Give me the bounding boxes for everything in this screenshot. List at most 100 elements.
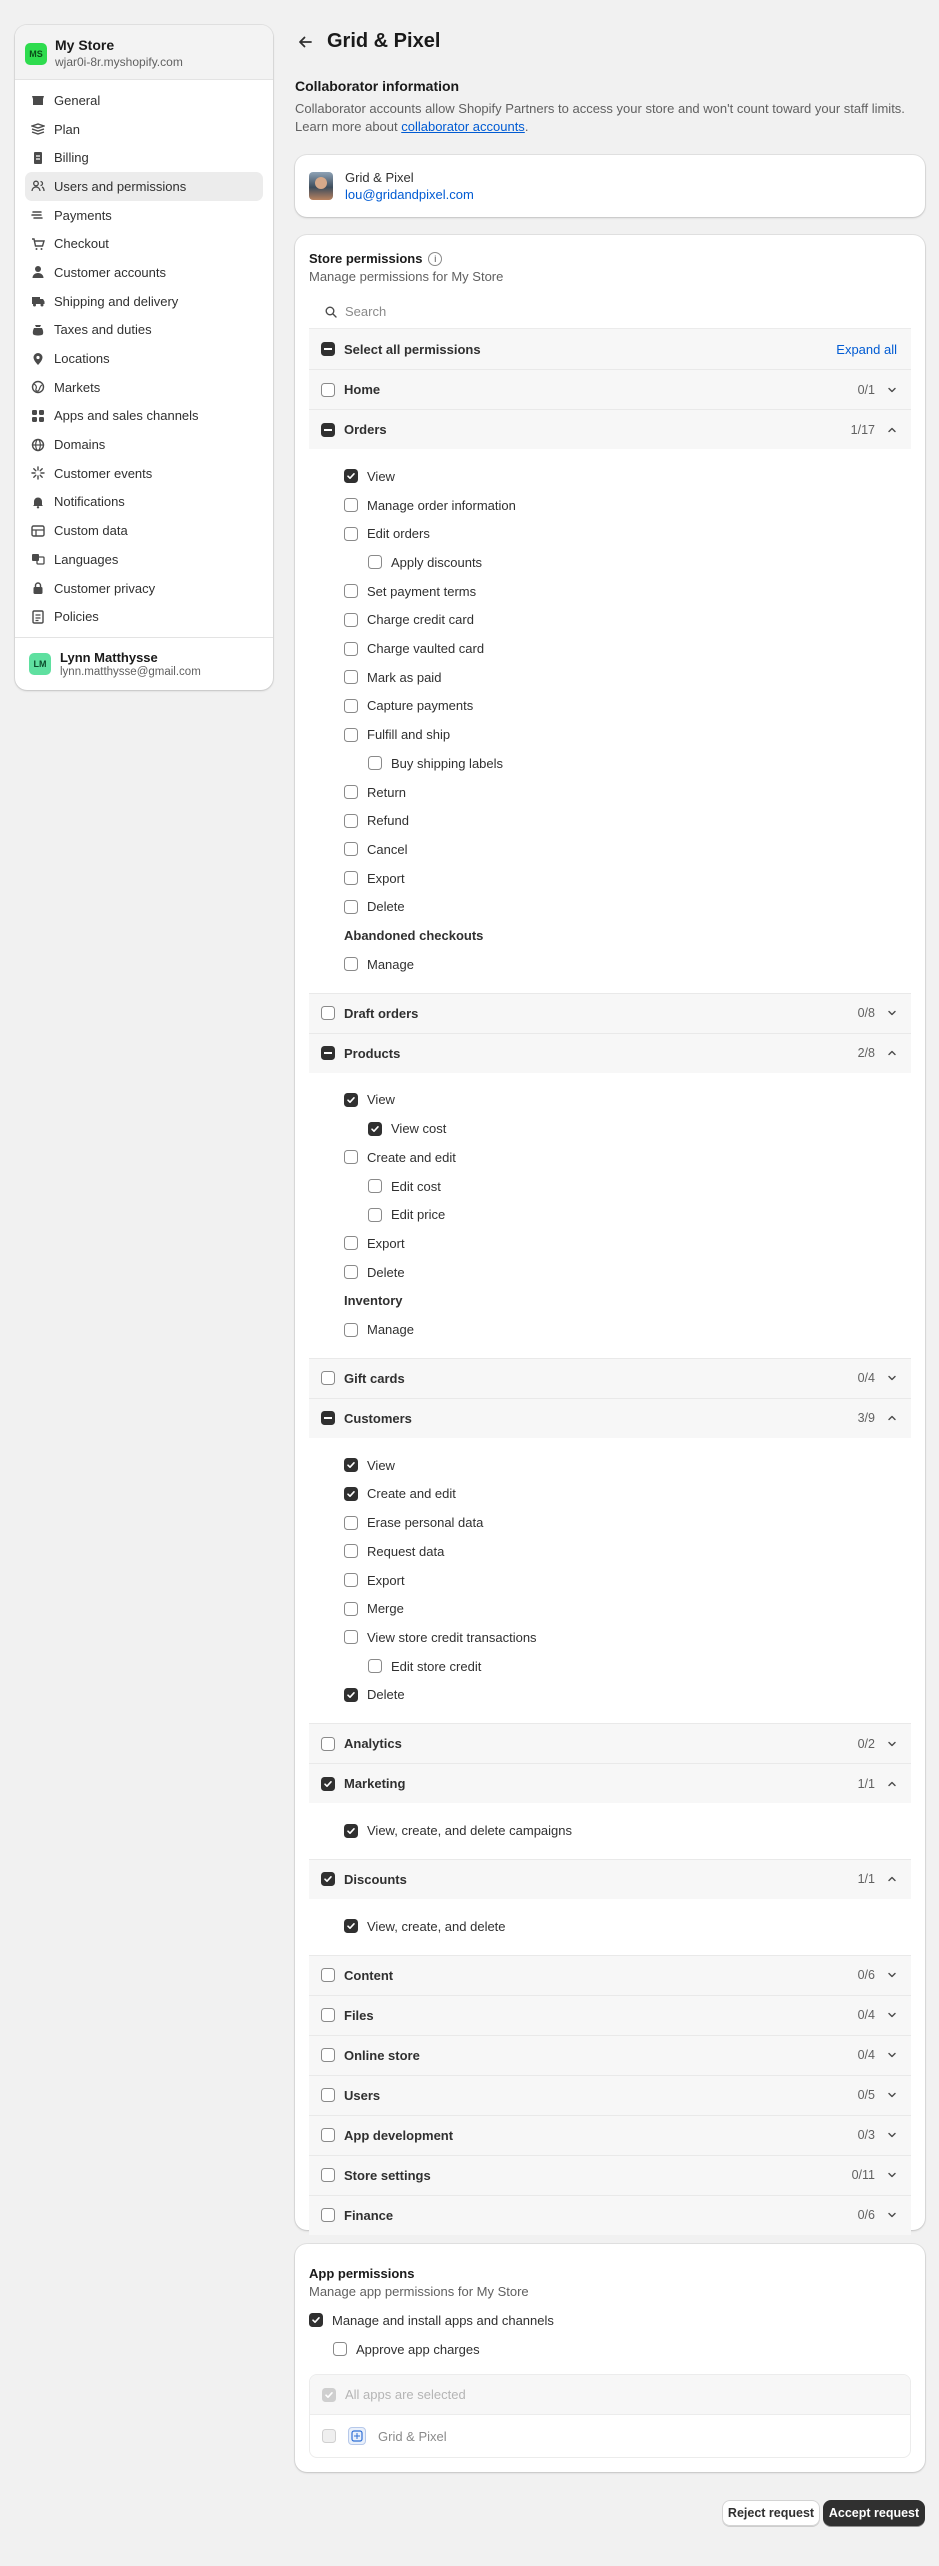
permission-checkbox[interactable]	[344, 1544, 358, 1559]
sidebar-item-plan[interactable]: Plan	[25, 115, 263, 144]
analytics-checkbox[interactable]	[321, 1736, 335, 1751]
permission-item[interactable]: Charge vaulted card	[344, 634, 484, 663]
permission-group-analytics[interactable]: Analytics 0/2	[309, 1723, 911, 1764]
chevron-down-icon[interactable]	[887, 1008, 897, 1018]
permission-checkbox[interactable]	[344, 1236, 358, 1251]
permission-group-orders[interactable]: Orders 1/17	[309, 409, 911, 449]
permission-item[interactable]: View	[344, 462, 395, 491]
permission-group-content[interactable]: Content 0/6	[309, 1954, 911, 1995]
draft-orders-checkbox[interactable]	[321, 1006, 335, 1021]
chevron-down-icon[interactable]	[887, 1739, 897, 1749]
permission-item[interactable]: Export	[344, 864, 405, 893]
sidebar-item-custom-data[interactable]: Custom data	[25, 516, 263, 545]
chevron-down-icon[interactable]	[887, 385, 897, 395]
permission-group-app-development[interactable]: App development 0/3	[309, 2114, 911, 2155]
permission-item[interactable]: View, create, and delete	[344, 1912, 506, 1941]
permission-checkbox[interactable]	[344, 670, 358, 685]
permission-checkbox[interactable]	[344, 1265, 358, 1280]
users-checkbox[interactable]	[321, 2088, 335, 2103]
chevron-down-icon[interactable]	[887, 1373, 897, 1383]
permission-checkbox[interactable]	[344, 727, 358, 742]
permission-checkbox[interactable]	[368, 1121, 382, 1136]
reject-request-button[interactable]: Reject request	[722, 2500, 820, 2526]
permission-item[interactable]: Edit cost	[368, 1172, 441, 1201]
permission-item[interactable]: Capture payments	[344, 692, 473, 721]
content-checkbox[interactable]	[321, 1968, 335, 1983]
sidebar-item-general[interactable]: General	[25, 86, 263, 115]
permission-item[interactable]: Buy shipping labels	[368, 749, 503, 778]
permission-search-input[interactable]: Search	[309, 295, 911, 329]
permission-item[interactable]: Delete	[344, 1681, 405, 1710]
permission-item[interactable]: Manage	[344, 1315, 414, 1344]
permission-checkbox[interactable]	[344, 785, 358, 800]
sidebar-item-checkout[interactable]: Checkout	[25, 229, 263, 258]
permission-checkbox[interactable]	[344, 899, 358, 914]
permission-item[interactable]: Edit store credit	[368, 1652, 481, 1681]
permission-checkbox[interactable]	[344, 1573, 358, 1588]
store-header[interactable]: MS My Store wjar0i-8r.myshopify.com	[15, 25, 273, 80]
chevron-down-icon[interactable]	[887, 2090, 897, 2100]
permission-item[interactable]: View cost	[368, 1114, 446, 1143]
expand-all-button[interactable]: Expand all	[836, 342, 897, 357]
permission-checkbox[interactable]	[344, 1687, 358, 1702]
permission-item[interactable]: Mark as paid	[344, 663, 441, 692]
permission-checkbox[interactable]	[344, 842, 358, 857]
permission-item[interactable]: View, create, and delete campaigns	[344, 1816, 572, 1845]
permission-group-gift-cards[interactable]: Gift cards 0/4	[309, 1357, 911, 1398]
sidebar-item-payments[interactable]: Payments	[25, 201, 263, 230]
permission-group-marketing[interactable]: Marketing 1/1	[309, 1763, 911, 1804]
permission-checkbox[interactable]	[344, 612, 358, 627]
sidebar-item-apps-and-sales-channels[interactable]: Apps and sales channels	[25, 402, 263, 431]
chevron-up-icon[interactable]	[887, 1413, 897, 1423]
permission-item[interactable]: Cancel	[344, 835, 407, 864]
permission-checkbox[interactable]	[344, 1092, 358, 1107]
permission-group-finance[interactable]: Finance 0/6	[309, 2194, 911, 2235]
chevron-down-icon[interactable]	[887, 2210, 897, 2220]
permission-item[interactable]: Create and edit	[344, 1143, 456, 1172]
products-checkbox[interactable]	[321, 1046, 335, 1061]
permission-checkbox[interactable]	[344, 641, 358, 656]
permission-group-home[interactable]: Home 0/1	[309, 369, 911, 409]
collaborator-accounts-link[interactable]: collaborator accounts	[401, 119, 525, 134]
discounts-checkbox[interactable]	[321, 1872, 335, 1887]
sidebar-item-billing[interactable]: Billing	[25, 143, 263, 172]
home-checkbox[interactable]	[321, 382, 335, 397]
permission-checkbox[interactable]	[344, 1601, 358, 1616]
sidebar-item-markets[interactable]: Markets	[25, 373, 263, 402]
finance-checkbox[interactable]	[321, 2208, 335, 2223]
store-settings-checkbox[interactable]	[321, 2168, 335, 2183]
chevron-down-icon[interactable]	[887, 2170, 897, 2180]
files-checkbox[interactable]	[321, 2008, 335, 2023]
chevron-down-icon[interactable]	[887, 1970, 897, 1980]
permission-item[interactable]: Request data	[344, 1537, 444, 1566]
permission-item[interactable]: View	[344, 1086, 395, 1115]
permission-checkbox[interactable]	[344, 1515, 358, 1530]
chevron-up-icon[interactable]	[887, 425, 897, 435]
approve-charges-checkbox[interactable]	[333, 2342, 347, 2356]
permission-checkbox[interactable]	[368, 1207, 382, 1222]
permission-item[interactable]: Refund	[344, 806, 409, 835]
permission-group-draft-orders[interactable]: Draft orders 0/8	[309, 992, 911, 1033]
chevron-up-icon[interactable]	[887, 1779, 897, 1789]
permission-item[interactable]: Delete	[344, 1258, 405, 1287]
permission-item[interactable]: Edit price	[368, 1200, 445, 1229]
permission-item[interactable]: Manage	[344, 950, 414, 979]
select-all-checkbox[interactable]	[321, 342, 335, 356]
permission-checkbox[interactable]	[344, 526, 358, 541]
permission-checkbox[interactable]	[344, 1486, 358, 1501]
permission-checkbox[interactable]	[344, 698, 358, 713]
permission-item[interactable]: Export	[344, 1566, 405, 1595]
permission-item[interactable]: Manage order information	[344, 491, 516, 520]
permission-checkbox[interactable]	[344, 1150, 358, 1165]
permission-item[interactable]: Return	[344, 778, 406, 807]
chevron-down-icon[interactable]	[887, 2130, 897, 2140]
marketing-checkbox[interactable]	[321, 1776, 335, 1791]
permission-checkbox[interactable]	[344, 498, 358, 513]
approve-charges-permission[interactable]: Approve app charges	[333, 2339, 935, 2359]
sidebar-item-notifications[interactable]: Notifications	[25, 488, 263, 517]
sidebar-item-shipping-and-delivery[interactable]: Shipping and delivery	[25, 287, 263, 316]
permission-item[interactable]: Erase personal data	[344, 1508, 483, 1537]
permission-checkbox[interactable]	[368, 756, 382, 771]
sidebar-item-users-and-permissions[interactable]: Users and permissions	[25, 172, 263, 201]
manage-apps-checkbox[interactable]	[309, 2313, 323, 2327]
